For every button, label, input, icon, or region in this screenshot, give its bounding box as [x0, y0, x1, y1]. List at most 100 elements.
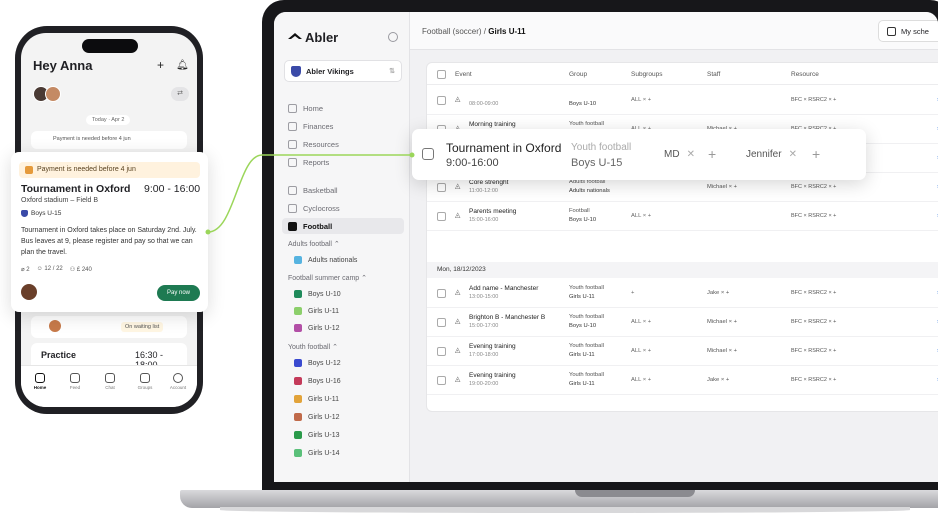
nav-resources[interactable]: Resources	[282, 136, 404, 152]
team-adults-nationals[interactable]: Adults nationals	[294, 253, 357, 267]
resource-cell[interactable]: BFC × RSRC2 × +	[791, 184, 836, 190]
schedule-label: My sche	[901, 26, 929, 36]
team-label: Boys U-10	[308, 290, 341, 298]
section-adults-football[interactable]: Adults football ⌃	[288, 240, 340, 248]
nav-cyclocross[interactable]: Cyclocross	[282, 200, 404, 216]
tab-home[interactable]: Home	[27, 373, 53, 390]
tab-bar: Home Feed Chat Groups Account	[21, 365, 197, 407]
subgroups-cell[interactable]: ALL × +	[631, 377, 651, 383]
swap-icon[interactable]: ⇄	[171, 87, 189, 101]
avatar	[21, 284, 37, 300]
select-all-checkbox[interactable]	[437, 70, 446, 79]
nav-finances[interactable]: Finances	[282, 118, 404, 134]
row-checkbox[interactable]	[437, 289, 446, 298]
staff-cell[interactable]: Michael × +	[707, 319, 737, 325]
row-checkbox[interactable]	[437, 212, 446, 221]
subgroups-cell[interactable]: ALL × +	[631, 319, 651, 325]
profile-avatars[interactable]	[33, 85, 63, 103]
row-checkbox[interactable]	[437, 96, 446, 105]
event-description: Tournament in Oxford takes place on Satu…	[21, 227, 197, 256]
add-staff-icon[interactable]: +	[812, 146, 820, 162]
close-icon[interactable]: ✕	[789, 149, 797, 160]
staff-cell[interactable]: Jake × +	[707, 377, 729, 383]
waiting-list-item[interactable]: On waiting list	[31, 316, 187, 338]
tab-label: Chat	[105, 385, 115, 390]
team-label: Girls U-14	[308, 449, 340, 457]
add-icon[interactable]: +	[157, 58, 164, 72]
event-name: Evening training	[469, 372, 516, 379]
team-girls-u12[interactable]: Girls U-12	[294, 321, 340, 335]
team-boys-u10[interactable]: Boys U-10	[294, 287, 341, 301]
team-boys-u12[interactable]: Boys U-12	[294, 356, 341, 370]
payment-banner[interactable]: Payment is needed before 4 jun	[19, 162, 200, 178]
team-girls-u11[interactable]: Girls U-11	[294, 304, 339, 318]
table-row[interactable]: ◬ 08:00-09:00 Boys U-10 ALL × + BFC × RSRC2 …	[427, 86, 938, 115]
search-icon[interactable]	[388, 32, 398, 42]
subgroups-cell[interactable]: ALL × +	[631, 348, 651, 354]
resource-cell[interactable]: BFC × RSRC2 × +	[791, 348, 836, 354]
close-icon[interactable]: ✕	[687, 149, 695, 160]
club-selector[interactable]: Abler Vikings ⇅	[284, 60, 402, 82]
subgroup-chip[interactable]: MD ✕	[664, 149, 695, 160]
section-summer-camp[interactable]: Football summer camp ⌃	[288, 274, 367, 282]
group-parent: Youth football	[569, 314, 604, 320]
row-checkbox[interactable]	[437, 318, 446, 327]
event-icon	[422, 148, 434, 160]
tab-account[interactable]: Account	[165, 373, 191, 390]
subgroups-cell[interactable]: ALL × +	[631, 97, 651, 103]
add-subgroup-icon[interactable]: +	[708, 146, 716, 162]
nav-reports[interactable]: Reports	[282, 154, 404, 170]
row-checkbox[interactable]	[437, 183, 446, 192]
staff-cell[interactable]: Jake × +	[707, 290, 729, 296]
laptop-notch	[575, 490, 695, 497]
event-type-icon: ◬	[455, 183, 461, 190]
finances-icon	[288, 121, 297, 131]
resource-cell[interactable]: BFC × RSRC2 × +	[791, 97, 836, 103]
breadcrumb-parent[interactable]: Football (soccer)	[422, 27, 482, 36]
table-row[interactable]: ◬ Evening training 17:00-18:00 Youth footba…	[427, 337, 938, 366]
nav-home[interactable]: Home	[282, 100, 404, 116]
table-row[interactable]: ◬ Evening training 19:00-20:00 Youth footba…	[427, 366, 938, 395]
team-girls-u12-youth[interactable]: Girls U-12	[294, 410, 340, 424]
row-checkbox[interactable]	[437, 347, 446, 356]
tab-feed[interactable]: Feed	[62, 373, 88, 390]
event-popup-card[interactable]: Tournament in Oxford 9:00-16:00 Youth fo…	[412, 129, 866, 180]
my-schedule-button[interactable]: My sche	[878, 20, 938, 42]
resource-cell[interactable]: BFC × RSRC2 × +	[791, 213, 836, 219]
date-separator: Mon, 18/12/2023	[427, 262, 938, 278]
team-girls-u14[interactable]: Girls U-14	[294, 446, 340, 460]
tab-groups[interactable]: Groups	[132, 373, 158, 390]
nav-basketball[interactable]: Basketball	[282, 182, 404, 198]
team-girls-u13[interactable]: Girls U-13	[294, 428, 340, 442]
nav-football[interactable]: Football	[282, 218, 404, 234]
tab-chat[interactable]: Chat	[97, 373, 123, 390]
team-label: Girls U-13	[308, 431, 340, 439]
resource-cell[interactable]: BFC × RSRC2 × +	[791, 377, 836, 383]
staff-cell[interactable]: Michael × +	[707, 184, 737, 190]
row-checkbox[interactable]	[437, 376, 446, 385]
table-row[interactable]: ◬ Brighton B - Manchester B 15:00-17:00 You…	[427, 308, 938, 337]
stat-price: ⚇ £ 240	[69, 267, 92, 273]
section-label: Football summer camp	[288, 275, 360, 282]
resource-cell[interactable]: BFC × RSRC2 × +	[791, 319, 836, 325]
subgroups-cell[interactable]: ALL × +	[631, 213, 651, 219]
team-color	[294, 377, 302, 385]
section-youth-football[interactable]: Youth football ⌃	[288, 343, 338, 351]
table-row[interactable]: ◬ Add name - Manchester 13:00-15:00 Youth f…	[427, 279, 938, 308]
table-row[interactable]: ◬ Parents meeting 15:00-16:00 Football Boys …	[427, 202, 938, 231]
header-event: Event	[455, 71, 472, 78]
event-name: Brighton B - Manchester B	[469, 314, 546, 321]
phone-event-card[interactable]: Payment is needed before 4 jun Tournamen…	[11, 152, 208, 312]
pay-now-button[interactable]: Pay now	[157, 285, 200, 301]
team-boys-u16[interactable]: Boys U-16	[294, 374, 341, 388]
bell-icon[interactable]: 🔔︎	[176, 60, 189, 71]
resource-cell[interactable]: BFC × RSRC2 × +	[791, 290, 836, 296]
tab-label: Feed	[69, 385, 81, 390]
team-badge-icon	[21, 210, 28, 217]
subgroups-cell[interactable]: +	[631, 290, 634, 296]
staff-cell[interactable]: Michael × +	[707, 348, 737, 354]
team-girls-u11-youth[interactable]: Girls U-11	[294, 392, 339, 406]
chip-label: MD	[664, 149, 680, 160]
event-time: 15:00-17:00	[469, 323, 499, 329]
staff-chip[interactable]: Jennifer ✕	[746, 149, 797, 160]
